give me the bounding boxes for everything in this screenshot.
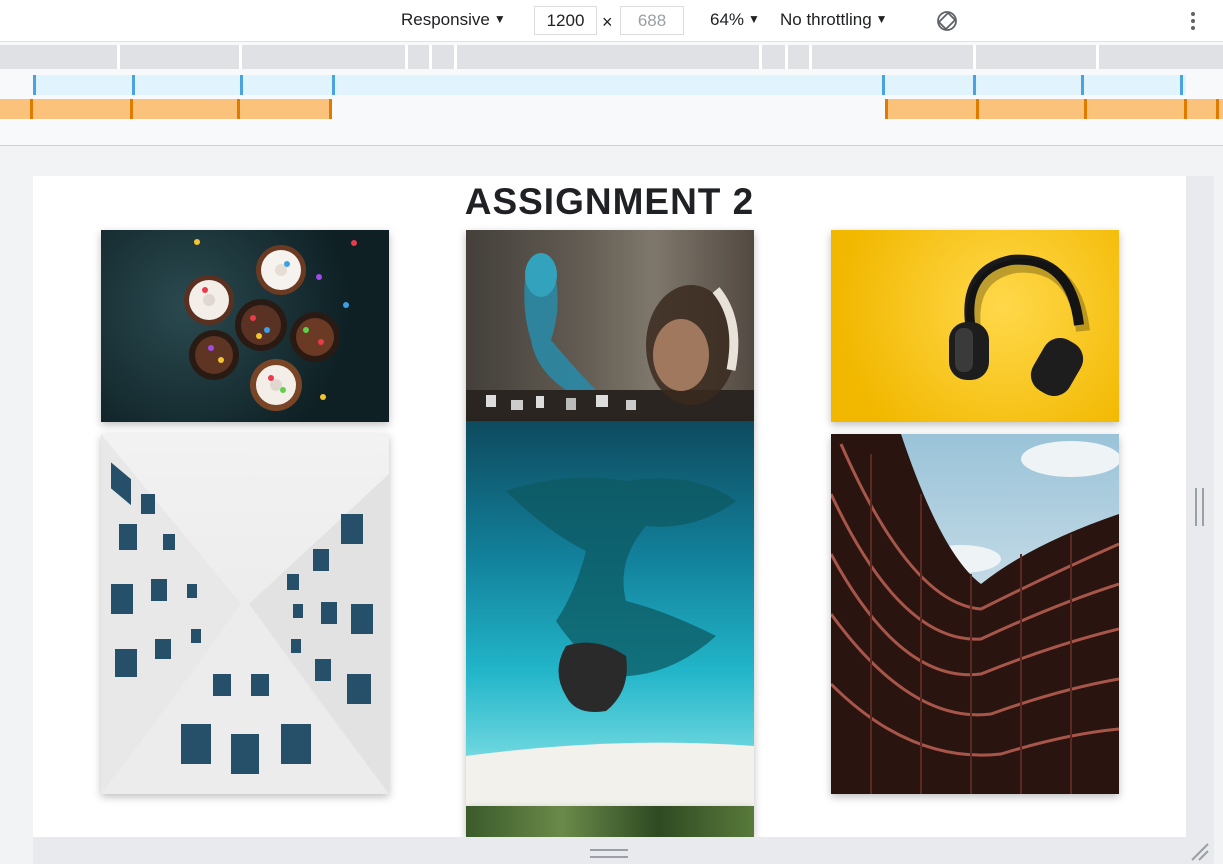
resize-handle-icon[interactable]: [1195, 488, 1204, 526]
graffiti-headphones-image: [466, 230, 754, 422]
device-toolbar: Responsive ▼ 1200 × 688 64% ▼ No throttlin…: [0, 0, 1223, 42]
media-query-marker[interactable]: [1216, 99, 1219, 119]
chevron-down-icon: ▼: [748, 12, 760, 26]
media-query-marker[interactable]: [1180, 75, 1183, 95]
curved-building-image: [831, 434, 1119, 794]
corner-resize-icon[interactable]: [1188, 840, 1210, 862]
palm-trees-image: [466, 806, 754, 837]
headphones-image: [831, 230, 1119, 422]
building-perspective-image: [101, 434, 389, 794]
media-query-marker[interactable]: [130, 99, 133, 119]
media-query-marker[interactable]: [30, 99, 33, 119]
max-width-query-bar[interactable]: [33, 75, 1186, 95]
media-query-marker[interactable]: [237, 99, 240, 119]
media-query-marker[interactable]: [882, 75, 885, 95]
times-symbol: ×: [602, 12, 613, 32]
width-input[interactable]: 1200: [534, 6, 597, 35]
zoom-select[interactable]: 64% ▼: [710, 10, 760, 30]
media-query-marker[interactable]: [1084, 99, 1087, 119]
media-query-marker[interactable]: [332, 75, 335, 95]
min-width-query-bar-left[interactable]: [0, 99, 332, 119]
rotate-icon[interactable]: [935, 9, 959, 33]
media-query-marker[interactable]: [240, 75, 243, 95]
min-width-query-bar-right[interactable]: [885, 99, 1223, 119]
resize-handle-icon[interactable]: [590, 849, 628, 858]
device-select[interactable]: Responsive ▼: [401, 10, 506, 30]
chevron-down-icon: ▼: [875, 12, 888, 26]
media-query-marker[interactable]: [329, 99, 332, 119]
media-query-marker[interactable]: [1184, 99, 1187, 119]
zoom-label: 64%: [710, 10, 745, 29]
cupcakes-image: [101, 230, 389, 422]
media-query-bars: [0, 42, 1223, 146]
page-viewport: ASSIGNMENT 2: [33, 176, 1186, 837]
chevron-down-icon: ▼: [493, 12, 506, 26]
media-query-marker[interactable]: [976, 99, 979, 119]
throttling-label: No throttling: [780, 10, 872, 29]
media-query-marker[interactable]: [132, 75, 135, 95]
page-title: ASSIGNMENT 2: [464, 181, 755, 222]
height-input[interactable]: 688: [620, 6, 684, 35]
device-presets-bar[interactable]: [0, 45, 1223, 69]
media-query-marker[interactable]: [33, 75, 36, 95]
throttling-select[interactable]: No throttling ▼: [780, 10, 888, 30]
media-query-marker[interactable]: [1081, 75, 1084, 95]
media-query-marker[interactable]: [885, 99, 888, 119]
ocean-aerial-image: [466, 421, 754, 806]
more-options-icon[interactable]: [1186, 10, 1200, 34]
device-label: Responsive: [401, 10, 490, 29]
media-query-marker[interactable]: [973, 75, 976, 95]
